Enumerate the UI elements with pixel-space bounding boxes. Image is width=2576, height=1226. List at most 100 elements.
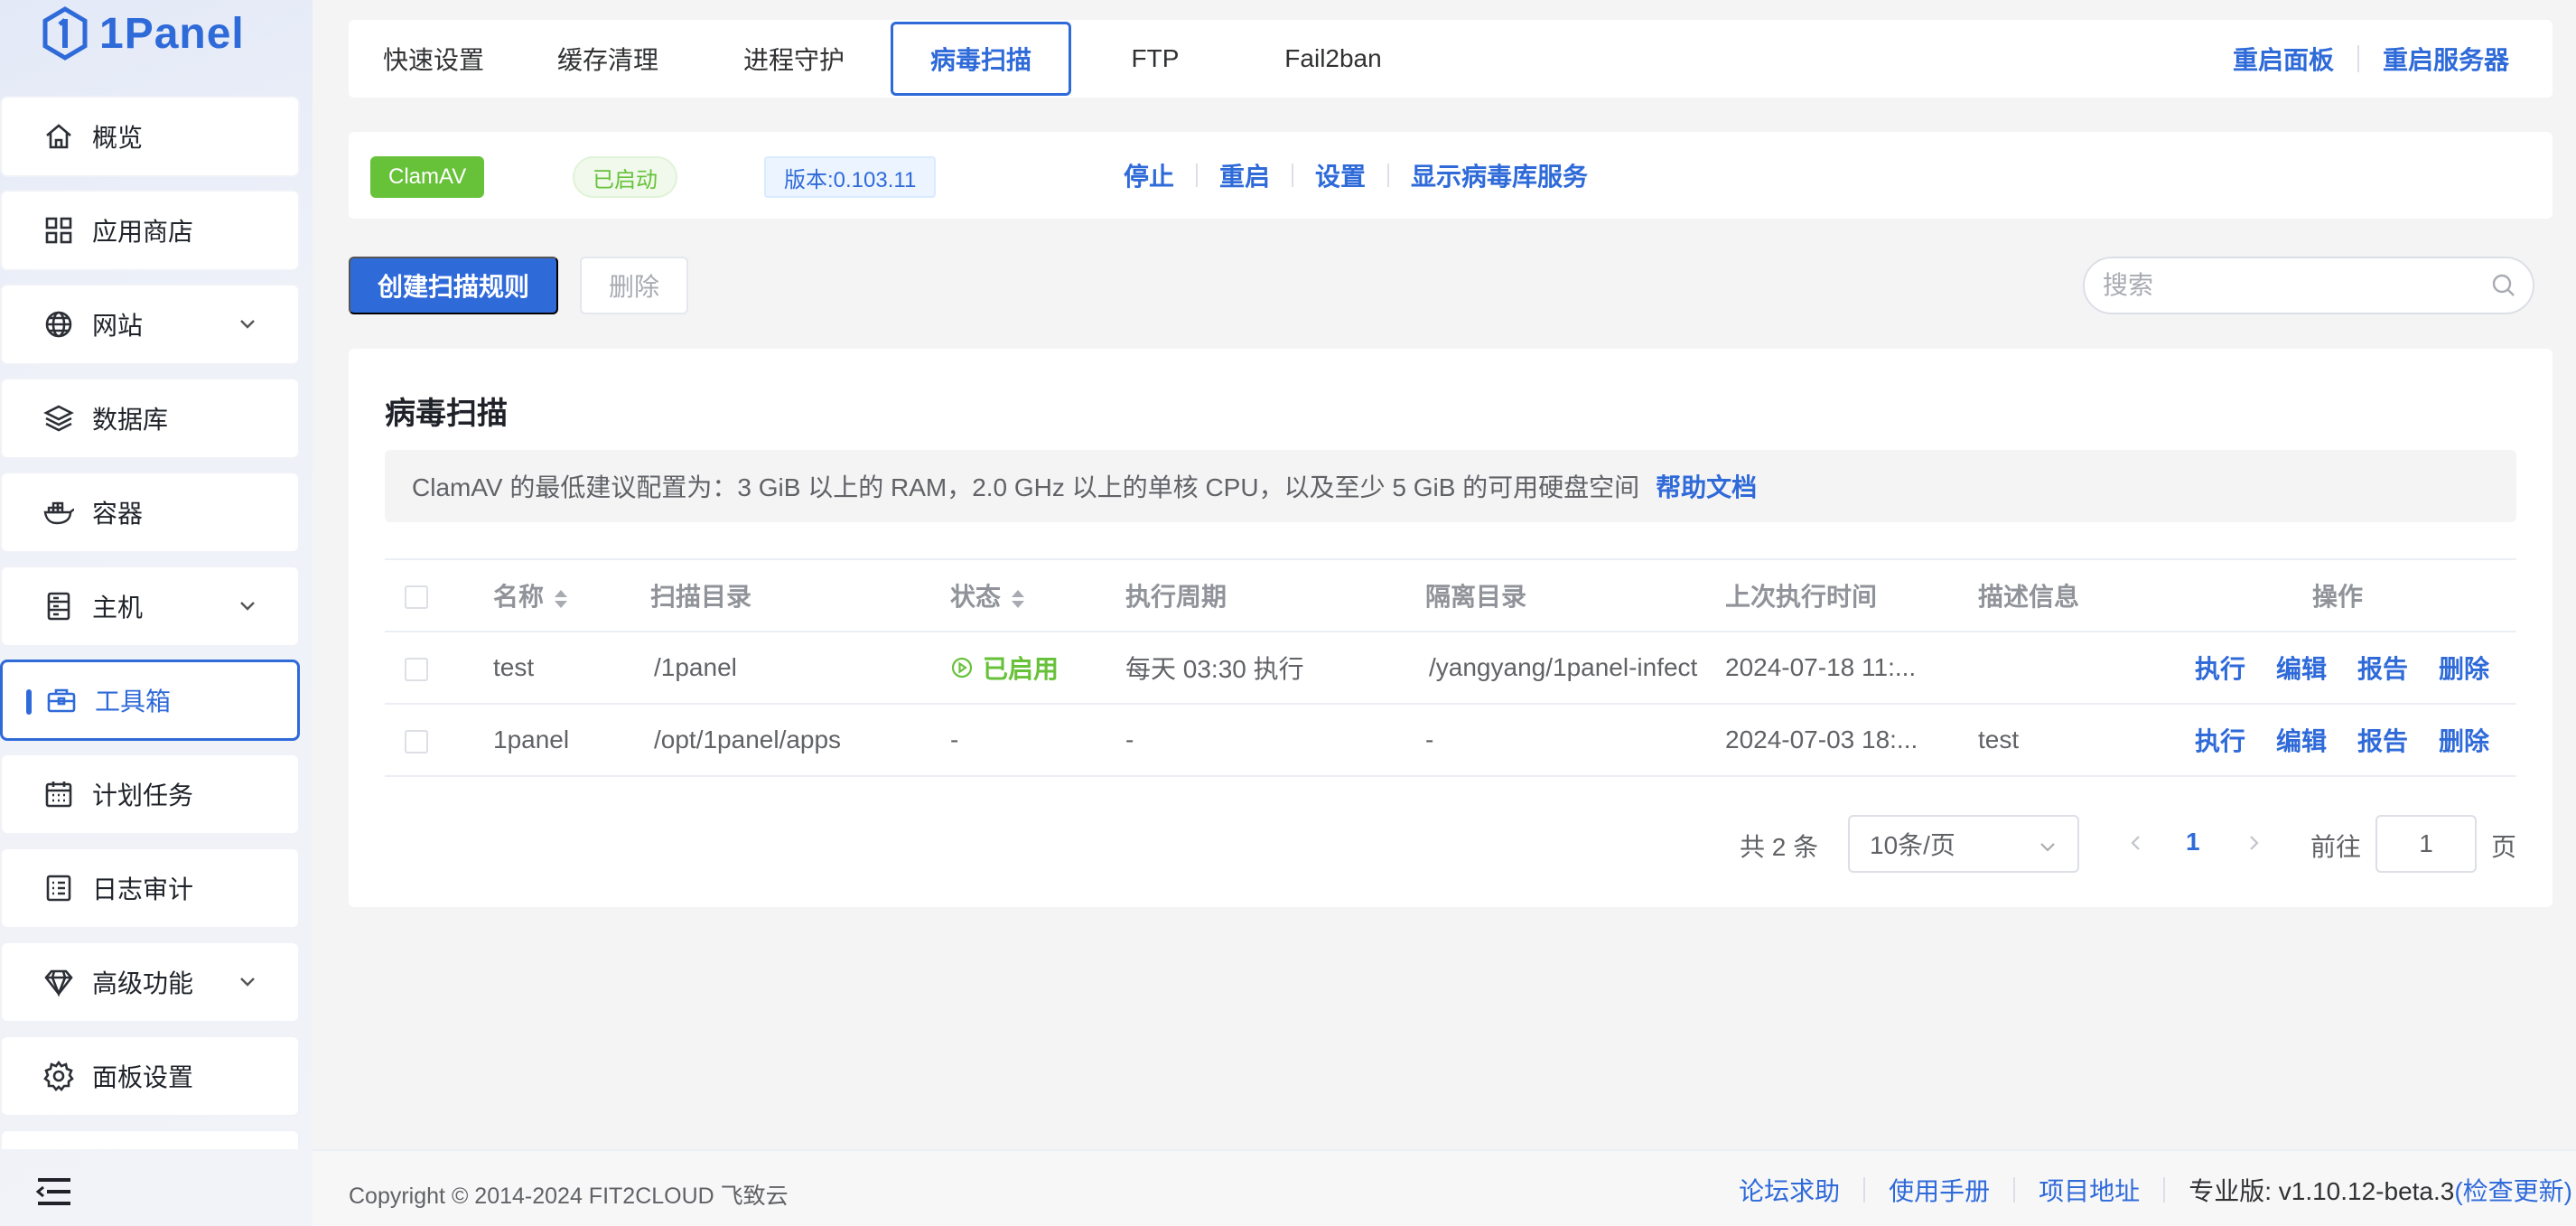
restart-panel-link[interactable]: 重启面板 (2233, 41, 2334, 77)
report-link[interactable]: 报告 (2357, 650, 2408, 686)
create-scan-rule-button[interactable]: 创建扫描规则 (349, 257, 558, 314)
tab-process-guard[interactable]: 进程守护 (710, 20, 878, 98)
sort-icon[interactable] (1010, 588, 1026, 610)
row-checkbox[interactable] (405, 657, 428, 681)
chevron-down-icon (240, 320, 255, 329)
divider (1292, 164, 1294, 187)
delete-link[interactable]: 删除 (2439, 650, 2489, 686)
chevron-down-icon (2040, 843, 2055, 852)
edition-label: 专业版: (2189, 1176, 2272, 1205)
sidebar-item-label: 概览 (92, 124, 144, 152)
row-scan-dir-link[interactable]: /1panel (650, 632, 950, 705)
delete-link[interactable]: 删除 (2439, 722, 2489, 758)
pagination: 共 2 条 10条/页 1 前往 页 (349, 815, 2553, 873)
sidebar-item-advanced[interactable]: 高级功能 (0, 941, 300, 1023)
top-tab-bar: 快速设置 缓存清理 进程守护 病毒扫描 FTP Fail2ban 重启面板 重启… (349, 20, 2553, 98)
divider (2163, 1176, 2166, 1203)
sidebar-item-label: 容器 (92, 500, 144, 528)
search-icon[interactable] (2491, 273, 2516, 298)
restart-server-link[interactable]: 重启服务器 (2383, 41, 2509, 77)
tab-fail2ban[interactable]: Fail2ban (1243, 20, 1423, 98)
current-page[interactable]: 1 (2186, 828, 2200, 856)
column-header-cycle: 执行周期 (1125, 558, 1425, 632)
search-box (2083, 257, 2534, 314)
project-link[interactable]: 项目地址 (2039, 1172, 2140, 1208)
toolbox-icon (44, 683, 79, 717)
logo-icon (42, 6, 88, 61)
chevron-down-icon (240, 602, 255, 611)
row-infected-dir-link[interactable]: /yangyang/1panel-infect (1425, 632, 1725, 705)
edit-link[interactable]: 编辑 (2276, 722, 2327, 758)
manual-link[interactable]: 使用手册 (1889, 1172, 1990, 1208)
sidebar-item-app-store[interactable]: 应用商店 (0, 190, 300, 271)
row-description (1978, 632, 2159, 705)
sidebar-item-settings[interactable]: 面板设置 (0, 1035, 300, 1117)
check-update-link[interactable]: (检查更新) (2454, 1177, 2572, 1205)
tab-cache-clean[interactable]: 缓存清理 (524, 20, 692, 98)
divider (1196, 164, 1199, 187)
goto-page-input[interactable] (2375, 815, 2477, 873)
stop-link[interactable]: 停止 (1124, 157, 1174, 193)
sidebar-item-database[interactable]: 数据库 (0, 378, 300, 459)
home-icon (42, 119, 76, 154)
sidebar-item-label: 网站 (92, 312, 144, 340)
sidebar-item-website[interactable]: 网站 (0, 284, 300, 365)
exec-link[interactable]: 执行 (2195, 722, 2245, 758)
page-unit-label: 页 (2491, 833, 2517, 861)
sidebar-item-cronjob[interactable]: 计划任务 (0, 753, 300, 835)
tab-virus-scan[interactable]: 病毒扫描 (891, 22, 1071, 96)
row-scan-dir-link[interactable]: /opt/1panel/apps (650, 704, 950, 777)
search-input[interactable] (2103, 258, 2482, 313)
scan-rule-table: 名称 扫描目录 状态 执行周期 隔离目录 上次执行时间 描述信息 操作 test… (385, 558, 2516, 777)
table-row: test /1panel 已启用 每天 03:30 执行 /yangyang/1… (385, 632, 2516, 705)
page-size-select[interactable]: 10条/页 (1848, 815, 2079, 873)
restart-link[interactable]: 重启 (1219, 157, 1270, 193)
row-checkbox[interactable] (405, 729, 428, 753)
exec-link[interactable]: 执行 (2195, 650, 2245, 686)
settings-link[interactable]: 设置 (1315, 157, 1366, 193)
report-link[interactable]: 报告 (2357, 722, 2408, 758)
sidebar-item-toolbox[interactable]: 工具箱 (0, 660, 300, 741)
help-doc-link[interactable]: 帮助文档 (1656, 468, 1757, 504)
forum-link[interactable]: 论坛求助 (1739, 1172, 1840, 1208)
tab-quick-settings[interactable]: 快速设置 (367, 20, 500, 98)
column-header-status[interactable]: 状态 (950, 558, 1125, 632)
sidebar: 1Panel 概览 应用商店 网站 数据库 容器 主机 工具箱 计划任务 日志审… (0, 0, 313, 1226)
sidebar-item-label: 日志审计 (92, 875, 194, 903)
tab-ftp[interactable]: FTP (1087, 20, 1223, 98)
chevron-down-icon (240, 978, 255, 987)
sidebar-item-label: 应用商店 (92, 218, 194, 246)
select-all-checkbox[interactable] (405, 585, 428, 609)
show-db-service-link[interactable]: 显示病毒库服务 (1411, 157, 1588, 193)
row-status: - (950, 704, 1125, 777)
requirements-notice: ClamAV 的最低建议配置为：3 GiB 以上的 RAM，2.0 GHz 以上… (385, 450, 2516, 522)
row-status[interactable]: 已启用 (950, 650, 1059, 686)
edit-link[interactable]: 编辑 (2276, 650, 2327, 686)
row-description: test (1978, 704, 2159, 777)
service-name-tag: ClamAV (370, 156, 485, 198)
row-name-link[interactable]: test (493, 632, 650, 705)
collapse-menu-icon[interactable] (36, 1176, 72, 1207)
column-header-name[interactable]: 名称 (493, 558, 650, 632)
sidebar-item-log-audit[interactable]: 日志审计 (0, 847, 300, 929)
delete-button[interactable]: 删除 (580, 257, 688, 314)
select-all-cell (385, 558, 493, 632)
sort-icon[interactable] (553, 588, 569, 610)
logo[interactable]: 1Panel (40, 5, 245, 61)
row-ops-cell: 执行 编辑 报告 删除 (2159, 632, 2516, 705)
table-row: 1panel /opt/1panel/apps - - - 2024-07-03… (385, 704, 2516, 777)
prev-page-icon[interactable] (2126, 833, 2146, 853)
sidebar-item-label: 计划任务 (92, 781, 194, 810)
row-select-cell (385, 632, 493, 705)
row-cycle: 每天 03:30 执行 (1125, 632, 1425, 705)
grid-icon (42, 213, 76, 248)
row-select-cell (385, 704, 493, 777)
next-page-icon[interactable] (2244, 833, 2263, 853)
divider (2013, 1176, 2016, 1203)
row-name-link[interactable]: 1panel (493, 704, 650, 777)
sidebar-item-overview[interactable]: 概览 (0, 96, 300, 177)
table-header: 名称 扫描目录 状态 执行周期 隔离目录 上次执行时间 描述信息 操作 (385, 558, 2516, 632)
sidebar-item-container[interactable]: 容器 (0, 472, 300, 553)
sidebar-item-host[interactable]: 主机 (0, 566, 300, 647)
goto-label: 前往 (2310, 833, 2362, 861)
